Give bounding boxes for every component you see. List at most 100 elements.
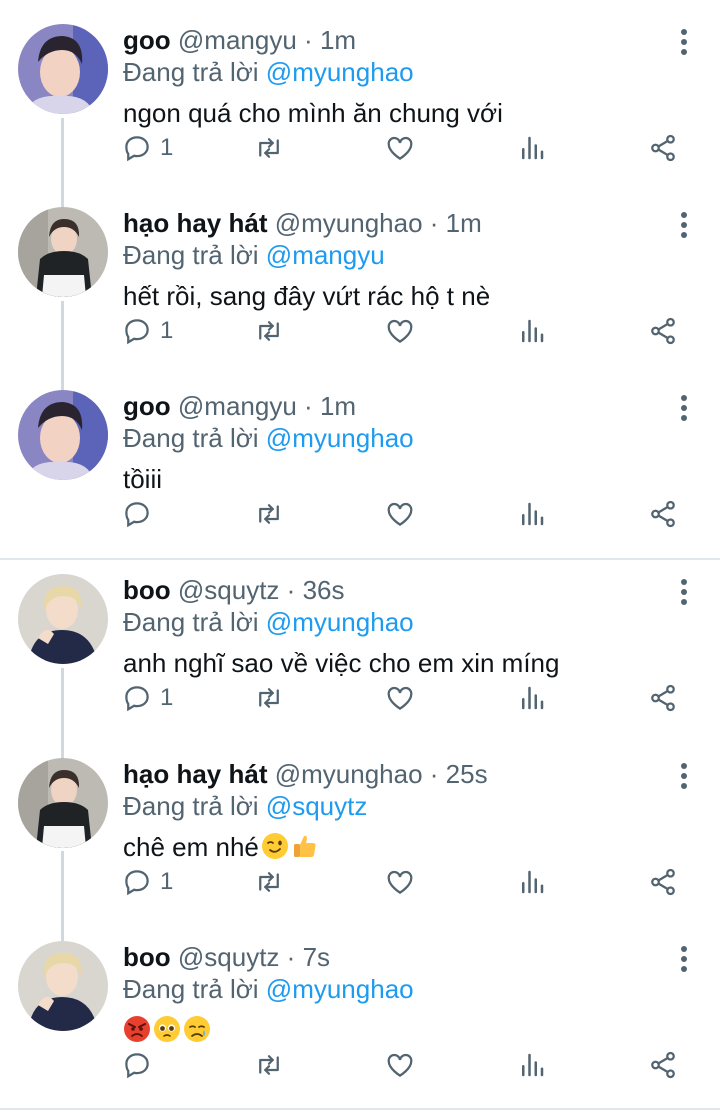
reply-button[interactable] <box>122 494 160 534</box>
timestamp[interactable]: 25s <box>446 759 488 789</box>
more-vertical-icon <box>681 946 687 972</box>
timestamp[interactable]: 7s <box>303 942 330 972</box>
views-button[interactable] <box>517 128 547 168</box>
reply-button[interactable]: 1 <box>122 311 173 351</box>
user-handle[interactable]: @squytz <box>178 942 280 972</box>
retweet-icon <box>259 138 279 158</box>
tweet[interactable]: goo @mangyu · 1m Đang trả lời @myunghao … <box>0 366 720 549</box>
more-options-button[interactable] <box>674 762 694 790</box>
reply-count: 1 <box>160 134 174 161</box>
views-icon <box>522 319 544 343</box>
tweet[interactable]: hạo hay hát @myunghao · 25s Đang trả lời… <box>0 734 720 917</box>
tweet-header: goo @mangyu · 1m <box>123 24 356 58</box>
avatar-goo[interactable] <box>18 390 108 480</box>
tweet[interactable]: boo @squytz · 36s Đang trả lời @myunghao… <box>0 550 720 733</box>
display-name[interactable]: hạo hay hát <box>123 759 267 789</box>
retweet-button[interactable] <box>254 494 284 534</box>
mention-link[interactable]: @myunghao <box>266 607 414 637</box>
share-button[interactable] <box>648 678 678 718</box>
reply-button[interactable]: 1 <box>122 128 173 168</box>
reply-icon <box>125 870 149 896</box>
more-vertical-icon <box>681 579 687 605</box>
user-handle[interactable]: @squytz <box>178 575 280 605</box>
share-button[interactable] <box>648 494 678 534</box>
user-handle[interactable]: @myunghao <box>275 208 423 238</box>
display-name[interactable]: goo <box>123 25 171 55</box>
views-button[interactable] <box>517 862 547 902</box>
more-options-button[interactable] <box>674 28 694 56</box>
tweet-actions <box>0 494 720 534</box>
thumbs-up-emoji <box>293 835 316 857</box>
user-handle[interactable]: @myunghao <box>275 759 423 789</box>
display-name[interactable]: goo <box>123 391 171 421</box>
tweet[interactable]: hạo hay hát @myunghao · 1m Đang trả lời … <box>0 183 720 366</box>
avatar-goo-image <box>18 390 108 480</box>
views-button[interactable] <box>517 678 547 718</box>
timestamp[interactable]: 36s <box>303 575 345 605</box>
more-vertical-icon <box>681 212 687 238</box>
views-button[interactable] <box>517 494 547 534</box>
like-button[interactable] <box>385 128 415 168</box>
tweet-header: goo @mangyu · 1m <box>123 390 356 424</box>
timestamp[interactable]: 1m <box>320 25 356 55</box>
views-button[interactable] <box>517 311 547 351</box>
retweet-button[interactable] <box>254 678 284 718</box>
share-button[interactable] <box>648 311 678 351</box>
tweet-header: boo @squytz · 36s <box>123 574 345 608</box>
avatar-hao[interactable] <box>18 758 108 848</box>
reply-button[interactable] <box>122 1045 160 1085</box>
views-button[interactable] <box>517 1045 547 1085</box>
user-handle[interactable]: @mangyu <box>178 391 297 421</box>
timestamp[interactable]: 1m <box>320 391 356 421</box>
mention-link[interactable]: @myunghao <box>266 57 414 87</box>
replying-to: Đang trả lời @squytz <box>123 790 367 822</box>
avatar-goo[interactable] <box>18 24 108 114</box>
mention-link[interactable]: @mangyu <box>266 240 385 270</box>
avatar-hao[interactable] <box>18 207 108 297</box>
retweet-button[interactable] <box>254 862 284 902</box>
avatar-boo[interactable] <box>18 941 108 1031</box>
reply-count: 1 <box>160 868 174 895</box>
like-button[interactable] <box>385 1045 415 1085</box>
like-icon <box>387 319 413 343</box>
reply-button[interactable]: 1 <box>122 678 173 718</box>
retweet-button[interactable] <box>254 311 284 351</box>
more-options-button[interactable] <box>674 945 694 973</box>
share-icon <box>651 317 675 345</box>
retweet-button[interactable] <box>254 1045 284 1085</box>
display-name[interactable]: boo <box>123 942 171 972</box>
avatar-boo[interactable] <box>18 574 108 664</box>
like-button[interactable] <box>385 494 415 534</box>
share-icon <box>651 134 675 162</box>
like-button[interactable] <box>385 862 415 902</box>
replying-to: Đang trả lời @myunghao <box>123 422 414 454</box>
mention-link[interactable]: @myunghao <box>266 423 414 453</box>
retweet-button[interactable] <box>254 128 284 168</box>
avatar-boo-image <box>18 941 108 1031</box>
replying-to: Đang trả lời @myunghao <box>123 973 414 1005</box>
timestamp[interactable]: 1m <box>446 208 482 238</box>
like-button[interactable] <box>385 311 415 351</box>
tweet[interactable]: goo @mangyu · 1m Đang trả lời @myunghao … <box>0 0 720 183</box>
more-options-button[interactable] <box>674 578 694 606</box>
share-button[interactable] <box>648 128 678 168</box>
like-icon <box>387 686 413 710</box>
tweet[interactable]: boo @squytz · 7s Đang trả lời @myunghao <box>0 917 720 1100</box>
reply-button[interactable]: 1 <box>122 862 173 902</box>
more-options-button[interactable] <box>674 211 694 239</box>
reply-icon <box>125 502 149 528</box>
more-options-button[interactable] <box>674 394 694 422</box>
like-button[interactable] <box>385 678 415 718</box>
separator-dot: · <box>286 942 296 972</box>
share-button[interactable] <box>648 1045 678 1085</box>
share-button[interactable] <box>648 862 678 902</box>
mention-link[interactable]: @squytz <box>266 791 368 821</box>
tweet-text: anh nghĩ sao về việc cho em xin míng <box>123 648 560 678</box>
share-icon <box>651 1051 675 1079</box>
display-name[interactable]: hạo hay hát <box>123 208 267 238</box>
mention-link[interactable]: @myunghao <box>266 974 414 1004</box>
display-name[interactable]: boo <box>123 575 171 605</box>
like-icon <box>387 502 413 526</box>
user-handle[interactable]: @mangyu <box>178 25 297 55</box>
tweet-text: hết rồi, sang đây vứt rác hộ t nè <box>123 281 491 311</box>
